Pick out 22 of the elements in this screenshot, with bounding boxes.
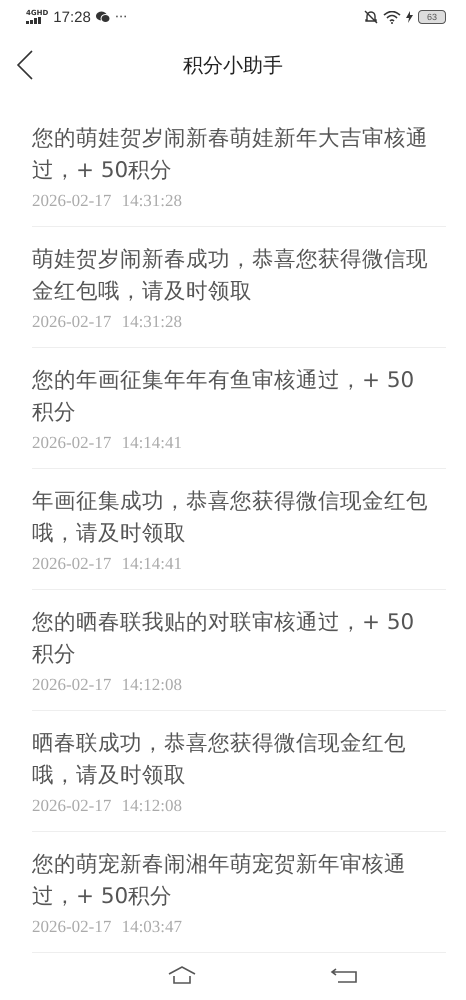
message-text: 您的年画征集年年有鱼审核通过，+ 50积分	[32, 367, 416, 427]
mute-bell-icon	[364, 10, 378, 24]
clock: 17:28	[53, 8, 91, 26]
message-time: 2026-02-17 14:12:08	[32, 675, 184, 695]
message-text: 您的晒春联我贴的对联审核通过，+ 50积分	[32, 609, 416, 669]
message-text: 萌娃贺岁闹新春成功，恭喜您获得微信现金红包哦，请及时领取	[32, 246, 428, 306]
charging-icon	[406, 11, 413, 23]
message-time: 2026-02-17 14:14:41	[32, 554, 184, 574]
message-time: 2026-02-17 14:03:47	[32, 917, 184, 937]
battery-indicator: 63	[418, 10, 446, 24]
message-text: 您的萌娃贺岁闹新春萌娃新年大吉审核通过，+ 50积分	[32, 125, 428, 185]
message-text: 年画征集成功，恭喜您获得微信现金红包哦，请及时领取	[32, 488, 428, 548]
page-title: 积分小助手	[183, 52, 283, 78]
message-time: 2026-02-17 14:12:08	[32, 796, 184, 816]
message-text: 您的萌宠新春闹湘年萌宠贺新年审核通过，+ 50积分	[32, 851, 407, 911]
message-text: 晒春联成功，恭喜您获得微信现金红包哦，请及时领取	[32, 730, 407, 790]
chat-app-icon	[96, 11, 110, 23]
message-time: 2026-02-17 14:31:28	[32, 312, 184, 332]
more-notifications: ···	[114, 10, 128, 24]
message-time: 2026-02-17 14:31:28	[32, 191, 184, 211]
message-time: 2026-02-17 14:14:41	[32, 433, 184, 453]
wifi-icon	[383, 10, 401, 24]
